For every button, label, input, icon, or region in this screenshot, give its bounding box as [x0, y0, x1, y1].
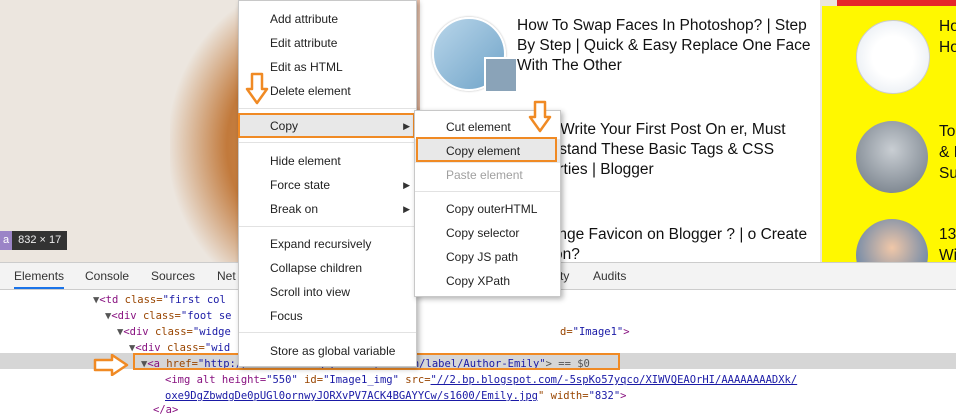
dom-node-img-line1[interactable]: <img alt height="550" id="Image1_img" sr…: [165, 372, 797, 388]
submenu-arrow-icon: ▶: [403, 204, 410, 214]
post-title-3[interactable]: o Change Favicon on Blogger ? | o Create…: [517, 225, 812, 262]
menu-scroll-into-view[interactable]: Scroll into view: [239, 280, 416, 304]
tab-network[interactable]: Net: [217, 263, 236, 289]
menu-separator: [239, 332, 416, 333]
menu-store-global-variable[interactable]: Store as global variable: [239, 339, 416, 363]
menu-force-state[interactable]: Force state ▶: [239, 173, 416, 197]
dom-node-div-widget-id: d="Image1">: [560, 326, 630, 338]
tab-audits[interactable]: Audits: [593, 263, 626, 289]
menu-break-on[interactable]: Break on ▶: [239, 197, 416, 221]
down-arrow-icon: [528, 100, 552, 133]
dom-node-div-foot[interactable]: ▼<div class="foot se: [105, 308, 231, 324]
submenu-copy-js-path[interactable]: Copy JS path: [415, 245, 560, 269]
post-title-2[interactable]: e You Write Your First Post On er, Must …: [517, 120, 812, 180]
sidebar-title-1[interactable]: Ho Ho: [939, 16, 956, 58]
sidebar-title-2[interactable]: To & I Su: [939, 121, 956, 184]
dom-node-img-line2[interactable]: oxe9DgZbwdgDe0pUGl0ornwyJORXvPV7ACK4BGAY…: [165, 388, 627, 404]
sidebar-thumb-1[interactable]: [856, 20, 930, 94]
tab-elements[interactable]: Elements: [14, 263, 65, 289]
post-title-1[interactable]: How To Swap Faces In Photoshop? | Step B…: [517, 16, 812, 76]
sidebar-title-3[interactable]: 13 Wi: [939, 224, 956, 262]
tab-security[interactable]: ty: [560, 263, 569, 289]
img-src-link-cont[interactable]: oxe9DgZbwdgDe0pUGl0ornwyJORXvPV7ACK4BGAY…: [165, 390, 538, 402]
submenu-copy-outerhtml[interactable]: Copy outerHTML: [415, 197, 560, 221]
sidebar-thumb-2[interactable]: [856, 121, 928, 193]
menu-expand-recursively[interactable]: Expand recursively: [239, 232, 416, 256]
img-src-link[interactable]: "//2.bp.blogspot.com/-5spKo57yqco/XIWVQE…: [431, 374, 798, 386]
submenu-copy-xpath[interactable]: Copy XPath: [415, 269, 560, 293]
element-size-label: 832 × 17: [18, 234, 62, 246]
copy-item-highlight: [238, 113, 415, 138]
menu-separator: [415, 191, 560, 192]
element-tag-label: a: [0, 231, 13, 250]
right-arrow-icon: [93, 354, 129, 376]
tab-console[interactable]: Console: [85, 263, 129, 289]
menu-focus[interactable]: Focus: [239, 304, 416, 328]
down-arrow-icon: [245, 72, 269, 105]
menu-separator: [239, 108, 416, 109]
submenu-copy-selector[interactable]: Copy selector: [415, 221, 560, 245]
dom-node-anchor-close[interactable]: </a>: [153, 402, 178, 418]
menu-separator: [239, 226, 416, 227]
post-thumbnail-small[interactable]: [484, 57, 518, 93]
copy-element-highlight: [416, 137, 557, 162]
context-menu: Add attribute Edit attribute Edit as HTM…: [238, 0, 417, 367]
submenu-arrow-icon: ▶: [403, 180, 410, 190]
tab-sources[interactable]: Sources: [151, 263, 195, 289]
menu-add-attribute[interactable]: Add attribute: [239, 7, 416, 31]
menu-separator: [239, 142, 416, 143]
submenu-paste-element: Paste element: [446, 168, 523, 182]
menu-hide-element[interactable]: Hide element: [239, 149, 416, 173]
element-size-tooltip: a 832 × 17: [0, 231, 68, 250]
dom-node-td[interactable]: ▼<td class="first col: [93, 292, 226, 308]
menu-collapse-children[interactable]: Collapse children: [239, 256, 416, 280]
dom-node-div-widget[interactable]: ▼<div class="widge: [117, 324, 231, 340]
menu-edit-attribute[interactable]: Edit attribute: [239, 31, 416, 55]
